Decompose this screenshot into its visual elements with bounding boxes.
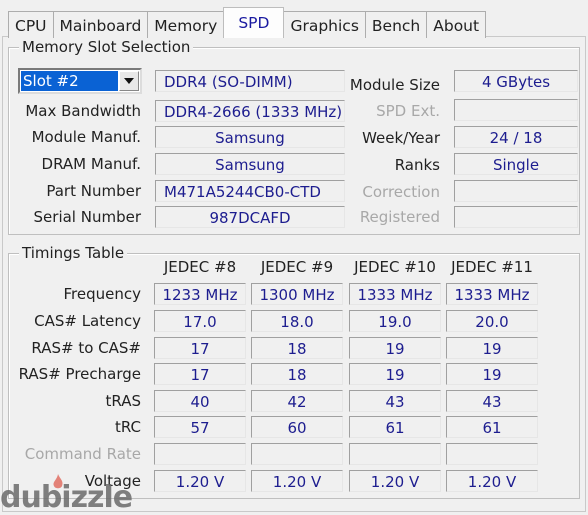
slot-select[interactable]: Slot #2 [18, 68, 142, 94]
max-bandwidth-field: DDR4-2666 (1333 MHz) [155, 100, 345, 122]
column-header-jedec-10: JEDEC #10 [354, 258, 436, 276]
memory-type-field: DDR4 (SO-DIMM) [155, 70, 345, 92]
spd-ext-label: SPD Ext. [376, 102, 440, 120]
ras-precharge-cell: 19 [349, 363, 441, 385]
trc-cell: 61 [349, 416, 441, 438]
trc-cell: 57 [154, 416, 246, 438]
tras-label: tRAS [105, 392, 141, 410]
trc-cell: 60 [251, 416, 343, 438]
tab-memory[interactable]: Memory [147, 11, 225, 38]
group-title: Memory Slot Selection [19, 38, 194, 56]
dropdown-button[interactable] [119, 71, 139, 91]
voltage-cell: 1.20 V [154, 470, 246, 492]
module-size-label: Module Size [349, 76, 440, 94]
ras-to-cas-cell: 17 [154, 337, 246, 359]
voltage-cell: 1.20 V [349, 470, 441, 492]
watermark-logo: dubizzle [0, 480, 133, 515]
ras-to-cas-cell: 19 [446, 337, 538, 359]
command-rate-cell [446, 443, 538, 465]
frequency-cell: 1300 MHz [251, 283, 343, 305]
voltage-cell: 1.20 V [251, 470, 343, 492]
tab-graphics[interactable]: Graphics [283, 11, 366, 38]
command-rate-label: Command Rate [24, 445, 141, 463]
command-rate-cell [154, 443, 246, 465]
tras-cell: 42 [251, 390, 343, 412]
group-title: Timings Table [19, 244, 128, 262]
week-year-label: Week/Year [362, 129, 440, 147]
dram-manuf-label: DRAM Manuf. [41, 155, 141, 173]
ras-to-cas-label: RAS# to CAS# [31, 339, 141, 357]
ras-to-cas-cell: 18 [251, 337, 343, 359]
registered-field [454, 206, 578, 228]
cas-latency-cell: 17.0 [154, 310, 246, 332]
tras-cell: 43 [446, 390, 538, 412]
week-year-field: 24 / 18 [454, 126, 578, 148]
cas-latency-cell: 18.0 [251, 310, 343, 332]
module-manuf-field: Samsung [155, 126, 345, 148]
cas-latency-label: CAS# Latency [34, 312, 141, 330]
command-rate-cell [349, 443, 441, 465]
max-bandwidth-label: Max Bandwidth [25, 102, 141, 120]
ras-to-cas-cell: 19 [349, 337, 441, 359]
serial-number-field: 987DCAFD [155, 206, 345, 228]
tab-bar: CPU Mainboard Memory SPD Graphics Bench … [8, 6, 487, 38]
ras-precharge-cell: 18 [251, 363, 343, 385]
ranks-label: Ranks [394, 156, 440, 174]
correction-label: Correction [362, 183, 440, 201]
ranks-field: Single [454, 153, 578, 175]
slot-select-value: Slot #2 [21, 71, 118, 91]
command-rate-cell [251, 443, 343, 465]
ras-precharge-cell: 17 [154, 363, 246, 385]
part-number-label: Part Number [46, 182, 141, 200]
tab-about[interactable]: About [426, 11, 487, 38]
column-header-jedec-11: JEDEC #11 [451, 258, 533, 276]
tab-bench[interactable]: Bench [364, 11, 428, 38]
module-manuf-label: Module Manuf. [31, 128, 141, 146]
tab-mainboard[interactable]: Mainboard [52, 11, 149, 38]
trc-label: tRC [114, 418, 141, 436]
dram-manuf-field: Samsung [155, 153, 345, 175]
cas-latency-cell: 20.0 [446, 310, 538, 332]
correction-field [454, 180, 578, 202]
serial-number-label: Serial Number [33, 208, 141, 226]
voltage-cell: 1.20 V [446, 470, 538, 492]
registered-label: Registered [359, 208, 440, 226]
part-number-field: M471A5244CB0-CTD [155, 180, 345, 202]
frequency-cell: 1233 MHz [154, 283, 246, 305]
tras-cell: 43 [349, 390, 441, 412]
chevron-down-icon [124, 78, 134, 84]
column-header-jedec-8: JEDEC #8 [163, 258, 237, 276]
tab-cpu[interactable]: CPU [8, 11, 54, 38]
trc-cell: 61 [446, 416, 538, 438]
ras-precharge-cell: 19 [446, 363, 538, 385]
frequency-label: Frequency [63, 285, 142, 303]
cas-latency-cell: 19.0 [349, 310, 441, 332]
tab-spd[interactable]: SPD [223, 7, 285, 38]
flame-icon [53, 474, 63, 489]
frequency-cell: 1333 MHz [446, 283, 538, 305]
ras-precharge-label: RAS# Precharge [18, 365, 141, 383]
column-header-jedec-9: JEDEC #9 [260, 258, 334, 276]
module-size-field: 4 GBytes [454, 70, 578, 92]
frequency-cell: 1333 MHz [349, 283, 441, 305]
spd-ext-field [454, 99, 578, 121]
tras-cell: 40 [154, 390, 246, 412]
